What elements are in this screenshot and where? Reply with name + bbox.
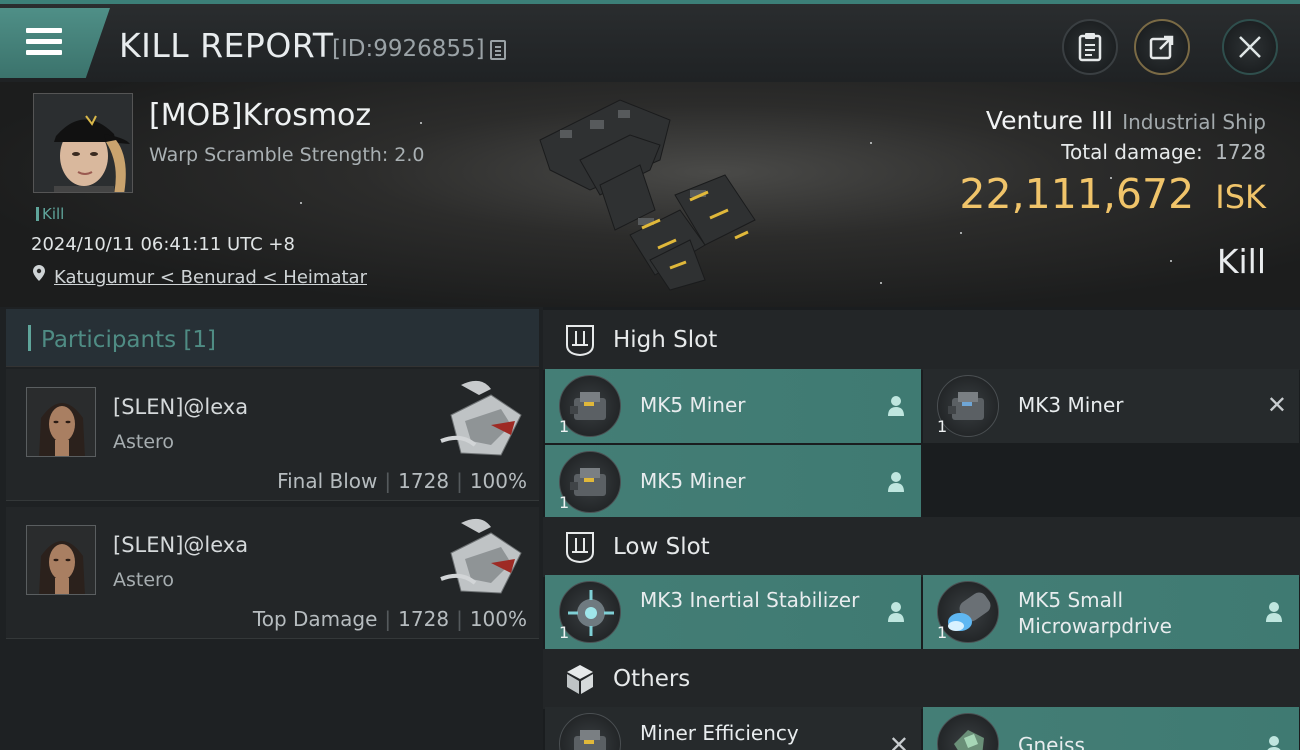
top-bar: KILL REPORT [ID:9926855] bbox=[0, 0, 1300, 82]
miner-icon bbox=[559, 713, 621, 750]
victim-ship: Venture III Industrial Ship bbox=[986, 106, 1266, 135]
module-name: MK5 Miner bbox=[640, 469, 746, 493]
slot-icon bbox=[566, 532, 594, 564]
participant-ship: Astero bbox=[113, 431, 175, 453]
kill-datetime: 2024/10/11 06:41:11 UTC +8 bbox=[31, 234, 295, 255]
others-header: Others bbox=[543, 649, 1300, 709]
module-name: MK3 Inertial Stabilizer bbox=[640, 588, 860, 612]
participant-stats: Top Damage | 1728 | 100% bbox=[252, 607, 527, 631]
victim-ship-image bbox=[539, 99, 756, 291]
participant-role: Top Damage bbox=[252, 607, 378, 631]
high-slot-header: High Slot bbox=[543, 310, 1300, 370]
participant-card[interactable]: [SLEN]@lexa Astero Final Blow | 1728 | 100% bbox=[6, 369, 539, 501]
module-name: Gneiss bbox=[1018, 733, 1085, 750]
module-item[interactable]: 1 MK3 Miner ✕ bbox=[923, 369, 1299, 443]
module-quantity: 1 bbox=[559, 417, 570, 436]
clipboard-icon bbox=[1078, 33, 1102, 62]
participant-ship: Astero bbox=[113, 569, 175, 591]
participant-ship-image bbox=[440, 518, 522, 594]
person-icon bbox=[888, 396, 904, 416]
cube-icon bbox=[567, 665, 593, 694]
isk-value: 22,111,672 ISK bbox=[959, 170, 1266, 218]
destroyed-icon: ✕ bbox=[1266, 391, 1287, 419]
copy-icon[interactable] bbox=[490, 40, 506, 60]
warp-scramble-strength: Warp Scramble Strength: 2.0 bbox=[149, 144, 425, 166]
isk-unit: ISK bbox=[1215, 178, 1266, 216]
location-link[interactable]: Katugumur < Benurad < Heimatar bbox=[54, 267, 367, 288]
person-icon bbox=[1267, 736, 1281, 750]
pin-icon bbox=[33, 265, 45, 281]
victim-name[interactable]: [MOB]Krosmoz bbox=[149, 98, 371, 133]
close-button[interactable] bbox=[1222, 19, 1278, 75]
module-quantity: 1 bbox=[559, 493, 570, 512]
module-item[interactable]: Gneiss bbox=[923, 707, 1299, 750]
module-quantity: 1 bbox=[559, 623, 570, 642]
module-quantity: 1 bbox=[937, 417, 948, 436]
person-icon bbox=[888, 602, 904, 622]
module-quantity: 1 bbox=[937, 623, 948, 642]
participant-stats: Final Blow | 1728 | 100% bbox=[277, 469, 527, 493]
participant-portrait[interactable] bbox=[26, 387, 96, 457]
kill-result: Kill bbox=[1216, 242, 1266, 281]
participant-name[interactable]: [SLEN]@lexa bbox=[113, 533, 248, 557]
participant-role: Final Blow bbox=[277, 469, 378, 493]
high-slot-title: High Slot bbox=[613, 327, 718, 353]
person-icon bbox=[1266, 602, 1282, 622]
participant-name[interactable]: [SLEN]@lexa bbox=[113, 395, 248, 419]
module-item[interactable]: 1 MK5 Small Microwarpdrive bbox=[923, 575, 1299, 649]
participants-panel: Participants [1] [SLEN]@lexa Astero Fina… bbox=[0, 307, 543, 750]
module-name: MK5 Small Microwarpdrive bbox=[1018, 588, 1172, 638]
module-name: Miner Efficiency bbox=[640, 721, 799, 745]
total-damage-value: 1728 bbox=[1215, 140, 1266, 164]
participant-damage: 1728 bbox=[398, 607, 450, 631]
participant-card[interactable]: [SLEN]@lexa Astero Top Damage | 1728 | 100% bbox=[6, 507, 539, 639]
module-name: MK3 Miner bbox=[1018, 393, 1124, 417]
participant-portrait[interactable] bbox=[26, 525, 96, 595]
others-title: Others bbox=[613, 666, 691, 692]
destroyed-icon: ✕ bbox=[888, 731, 909, 750]
module-item[interactable]: 1 MK5 Miner bbox=[545, 445, 921, 519]
module-item[interactable]: 1 MK3 Inertial Stabilizer bbox=[545, 575, 921, 649]
module-name: MK5 Miner bbox=[640, 393, 746, 417]
kill-tag: Kill bbox=[36, 205, 64, 223]
low-slot-header: Low Slot bbox=[543, 517, 1300, 577]
participant-percent: 100% bbox=[469, 607, 527, 631]
participants-header: Participants [1] bbox=[6, 309, 539, 367]
ship-name[interactable]: Venture III bbox=[986, 106, 1113, 135]
total-damage-label: Total damage: bbox=[1061, 140, 1203, 164]
ore-icon bbox=[937, 713, 999, 750]
person-icon bbox=[888, 472, 904, 492]
participants-title: Participants [1] bbox=[41, 327, 216, 353]
participant-percent: 100% bbox=[469, 469, 527, 493]
share-icon bbox=[1149, 35, 1174, 60]
menu-button[interactable] bbox=[0, 8, 110, 78]
page-title: KILL REPORT bbox=[119, 26, 334, 65]
clipboard-button[interactable] bbox=[1062, 19, 1118, 75]
ship-class: Industrial Ship bbox=[1122, 110, 1266, 134]
module-item[interactable]: Miner Efficiency ✕ bbox=[545, 707, 921, 750]
slot-icon bbox=[566, 325, 594, 357]
menu-icon bbox=[26, 28, 62, 56]
participant-ship-image bbox=[440, 380, 522, 456]
module-item[interactable]: 1 MK5 Miner bbox=[545, 369, 921, 443]
participant-damage: 1728 bbox=[398, 469, 450, 493]
share-button[interactable] bbox=[1134, 19, 1190, 75]
total-damage: Total damage: 1728 bbox=[1061, 140, 1266, 164]
close-icon bbox=[1239, 36, 1261, 58]
low-slot-title: Low Slot bbox=[613, 534, 710, 560]
victim-panel: [MOB]Krosmoz Warp Scramble Strength: 2.0… bbox=[0, 82, 1300, 307]
report-id: [ID:9926855] bbox=[332, 36, 485, 62]
victim-portrait[interactable] bbox=[33, 93, 133, 193]
isk-amount: 22,111,672 bbox=[959, 170, 1195, 218]
fitting-panel: High Slot 1 MK5 Miner 1 MK3 Miner ✕ 1 MK… bbox=[543, 307, 1300, 750]
